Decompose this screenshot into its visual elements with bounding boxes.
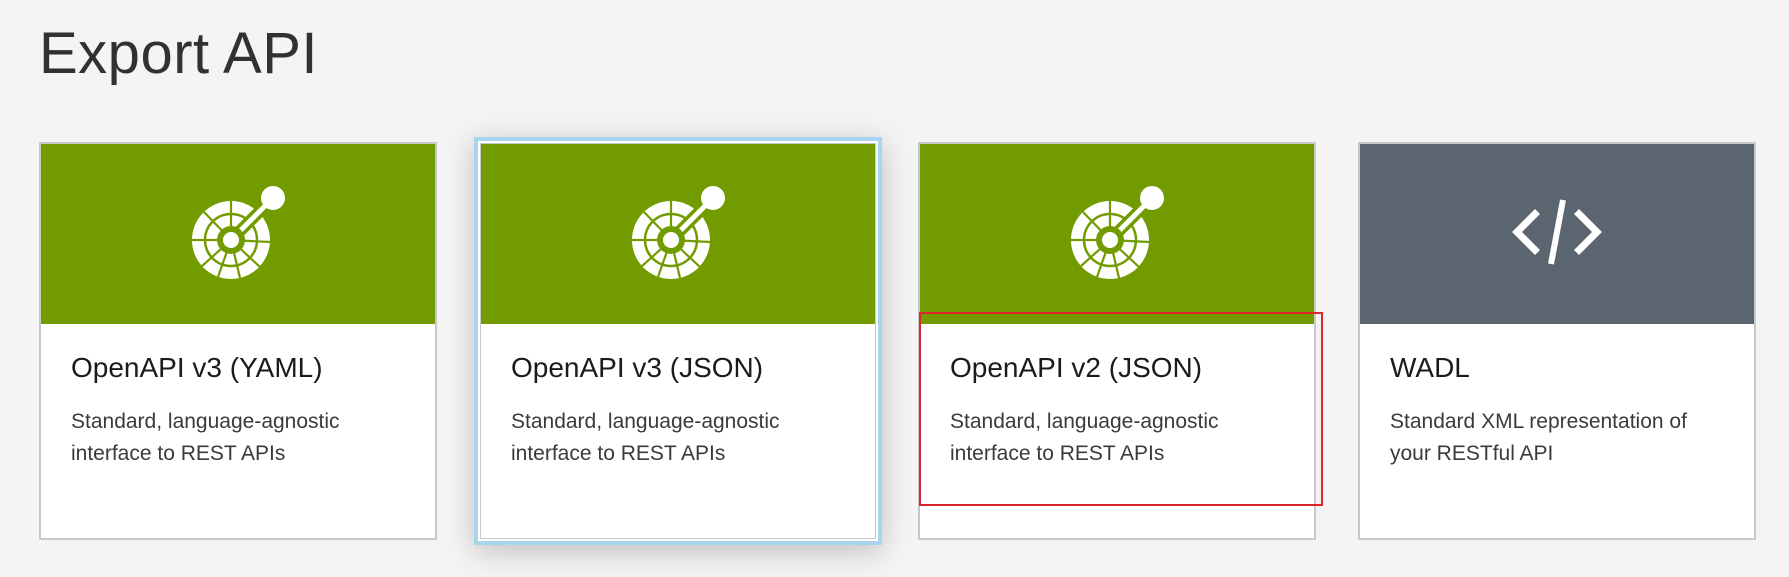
card-title: OpenAPI v3 (JSON) (511, 352, 764, 383)
card-header (920, 144, 1314, 324)
card-header (1360, 144, 1754, 324)
openapi-icon (1067, 182, 1167, 287)
export-api-page: Export API OpenAPI v3 (YAML) Standard, l… (0, 0, 1789, 577)
card-openapi-v2-json[interactable]: OpenAPI v2 (JSON) Standard, language-agn… (918, 142, 1316, 540)
card-description: Standard XML representation of your REST… (1390, 410, 1687, 465)
card-description: Standard, language-agnostic interface to… (511, 410, 780, 465)
page-title: Export API (39, 21, 319, 86)
openapi-icon (628, 182, 728, 287)
card-header (41, 144, 435, 324)
openapi-icon (188, 182, 288, 287)
card-title: OpenAPI v2 (JSON) (950, 352, 1203, 383)
card-description: Standard, language-agnostic interface to… (950, 410, 1219, 465)
card-wadl[interactable]: WADL Standard XML representation of your… (1358, 142, 1756, 540)
card-description: Standard, language-agnostic interface to… (71, 410, 340, 465)
card-openapi-v3-yaml[interactable]: OpenAPI v3 (YAML) Standard, language-agn… (39, 142, 437, 540)
code-icon (1509, 192, 1605, 277)
card-title: OpenAPI v3 (YAML) (71, 352, 323, 383)
card-title: WADL (1390, 352, 1470, 383)
card-openapi-v3-json[interactable]: OpenAPI v3 (JSON) Standard, language-agn… (474, 137, 882, 545)
card-header (481, 144, 875, 324)
